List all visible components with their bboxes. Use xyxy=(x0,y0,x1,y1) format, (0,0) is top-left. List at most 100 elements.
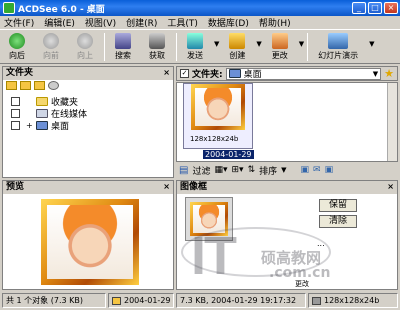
folders-panel: 文件夹 × 收藏夹 在线媒体 + 桌面 xyxy=(2,66,174,178)
slideshow-icon xyxy=(328,33,349,49)
toolbar-separator xyxy=(104,33,105,61)
status-total-count: 共 1 个对象 xyxy=(6,296,49,305)
clear-button[interactable]: 清除 xyxy=(319,215,357,228)
new-folder-icon[interactable] xyxy=(34,81,45,90)
favorites-folder-icon xyxy=(36,96,48,106)
search-button[interactable]: 搜索 xyxy=(108,30,138,61)
back-button[interactable]: 向后 xyxy=(2,30,32,61)
sort-button[interactable]: 排序 xyxy=(259,164,277,177)
refresh-icon[interactable] xyxy=(48,81,59,90)
maximize-button[interactable]: □ xyxy=(368,2,382,14)
folders-mini-toolbar xyxy=(6,81,59,90)
camera-icon xyxy=(149,33,165,49)
send-label: 发送 xyxy=(187,51,203,60)
folders-panel-title: 文件夹 xyxy=(3,67,173,80)
thumbnail-caption: 128x128x24b xyxy=(190,135,239,143)
slideshow-button[interactable]: 幻灯片演示 xyxy=(311,30,365,61)
modify-dropdown-icon[interactable]: ▼ xyxy=(299,40,304,48)
create-button[interactable]: 创建 xyxy=(222,30,252,61)
back-label: 向后 xyxy=(9,51,25,60)
watermark-ring-icon xyxy=(181,227,331,277)
menu-tools[interactable]: 工具(T) xyxy=(167,16,198,29)
status-detail: 7.3 KB, 2004-01-29 19:17:32 xyxy=(176,293,306,308)
search-icon xyxy=(115,33,131,49)
address-label: 文件夹: xyxy=(192,70,223,80)
address-checkbox[interactable]: ✓ xyxy=(180,69,189,78)
mail-icon[interactable]: ✉ xyxy=(313,165,321,175)
filter-icon[interactable]: ▤ xyxy=(179,165,188,176)
preview-panel-title: 预览 xyxy=(3,181,173,194)
acquire-button[interactable]: 获取 xyxy=(142,30,172,61)
expand-icon[interactable]: + xyxy=(26,121,36,130)
sort-dropdown-icon[interactable]: ▼ xyxy=(281,166,286,174)
tree-item-favorites[interactable]: 收藏夹 xyxy=(11,95,78,108)
tree-label: 桌面 xyxy=(51,121,70,132)
send-button[interactable]: 发送 xyxy=(180,30,210,61)
baby-photo-preview xyxy=(47,205,133,279)
address-dropdown-icon[interactable]: ▼ xyxy=(371,70,380,78)
print-icon[interactable]: ▣ xyxy=(301,165,310,175)
title-bar: ACDSee 6.0 - 桌面 _ □ × xyxy=(0,0,400,16)
up-arrow-icon xyxy=(77,33,93,49)
favorites-checkbox[interactable] xyxy=(11,96,20,106)
status-date-value: 2004-01-29 xyxy=(124,296,171,305)
info-icon[interactable]: ▣ xyxy=(325,165,334,175)
window-title: ACDSee 6.0 - 桌面 xyxy=(18,4,105,15)
select-icon[interactable]: ⊞▾ xyxy=(232,165,244,175)
close-button[interactable]: × xyxy=(384,2,398,14)
menu-help[interactable]: 帮助(H) xyxy=(259,16,291,29)
baby-photo-thumbnail xyxy=(195,88,241,126)
status-total-size: (7.3 KB) xyxy=(50,296,83,305)
view-mode-icon[interactable]: ▦▾ xyxy=(214,165,227,175)
slideshow-dropdown-icon[interactable]: ▼ xyxy=(369,40,374,48)
forward-label: 向前 xyxy=(43,51,59,60)
menu-database[interactable]: 数据库(D) xyxy=(208,16,249,29)
preview-panel: 预览 × xyxy=(2,180,174,290)
send-dropdown-icon[interactable]: ▼ xyxy=(214,40,219,48)
thumbnail-item[interactable]: 128x128x24b xyxy=(183,83,253,149)
address-value: 桌面 xyxy=(243,70,262,80)
sort-icon[interactable]: ⇅ xyxy=(248,165,256,175)
folder-icon[interactable] xyxy=(6,81,17,90)
modify-label: 更改 xyxy=(271,51,288,60)
folders-close-icon[interactable]: × xyxy=(163,68,170,77)
toolbar: 向后 向前 向上 搜索 获取 发送 ▼ 创建 ▼ 更改 ▼ 幻灯片演示 ▼ xyxy=(0,30,400,64)
tree-item-online-media[interactable]: 在线媒体 xyxy=(11,107,87,120)
address-input[interactable]: 桌面 ▼ xyxy=(225,67,382,80)
menu-file[interactable]: 文件(F) xyxy=(4,16,34,29)
create-label: 创建 xyxy=(229,51,246,60)
thumbnail-frame xyxy=(191,84,245,130)
forward-button[interactable]: 向前 xyxy=(36,30,66,61)
status-dims: 128x128x24b xyxy=(308,293,398,308)
keep-button[interactable]: 保留 xyxy=(319,199,357,212)
forward-arrow-icon xyxy=(43,33,59,49)
image-basket-panel: 图像框 × 保留 清除 ... 更改 IT 硕高教网 .com.cn xyxy=(176,180,398,290)
up-button[interactable]: 向上 xyxy=(70,30,100,61)
minimize-button[interactable]: _ xyxy=(352,2,366,14)
star-icon[interactable]: ★ xyxy=(384,67,394,80)
desktop-checkbox[interactable] xyxy=(11,120,20,130)
acquire-label: 获取 xyxy=(149,51,165,60)
status-total: 共 1 个对象 (7.3 KB) xyxy=(2,293,106,308)
calendar-icon xyxy=(112,296,121,305)
folder-up-icon[interactable] xyxy=(20,81,31,90)
filter-button[interactable]: 过滤 xyxy=(192,164,210,177)
menu-edit[interactable]: 编辑(E) xyxy=(44,16,75,29)
back-arrow-icon xyxy=(9,33,25,49)
file-list-scrollbar[interactable] xyxy=(387,83,397,161)
modify-button[interactable]: 更改 xyxy=(265,30,295,61)
tree-item-desktop[interactable]: + 桌面 xyxy=(11,119,70,132)
filter-bar: ▤ 过滤 ▦▾ ⊞▾ ⇅ 排序 ▼ ▣ ✉ ▣ xyxy=(176,163,398,177)
image-basket-close-icon[interactable]: × xyxy=(387,182,394,191)
edit-icon xyxy=(271,33,288,49)
menu-view[interactable]: 视图(V) xyxy=(85,16,116,29)
image-icon xyxy=(312,296,321,305)
create-dropdown-icon[interactable]: ▼ xyxy=(256,40,261,48)
preview-close-icon[interactable]: × xyxy=(163,182,170,191)
status-dims-value: 128x128x24b xyxy=(324,296,380,305)
status-date: 2004-01-29 xyxy=(108,293,174,308)
toolbar-separator xyxy=(307,33,309,61)
online-media-checkbox[interactable] xyxy=(11,108,20,118)
address-bar: ✓ 文件夹: 桌面 ▼ ★ xyxy=(176,66,398,81)
menu-create[interactable]: 创建(R) xyxy=(126,16,157,29)
